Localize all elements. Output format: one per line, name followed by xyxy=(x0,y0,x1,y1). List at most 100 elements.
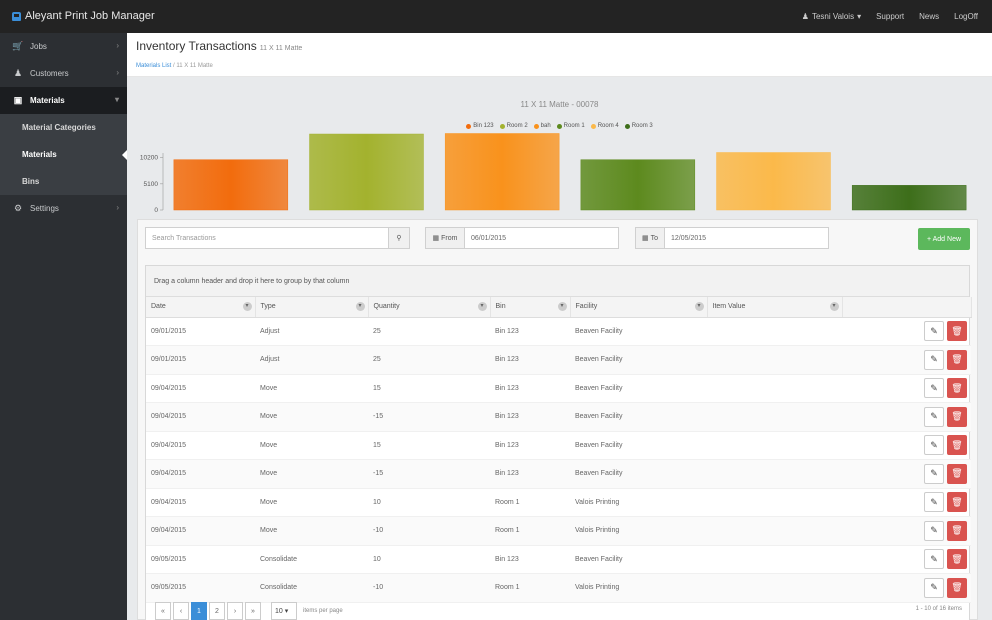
edit-icon[interactable]: ✎ xyxy=(924,463,944,484)
search-button[interactable]: ⚲ xyxy=(388,227,410,249)
table-row[interactable]: 09/04/2015 Move -15 Bin 123 Beaven Facility ✎… xyxy=(146,459,971,489)
cell-quantity: 10 xyxy=(368,488,490,517)
sidebar-item-customers[interactable]: ♟ Customers › xyxy=(0,60,127,87)
chevron-right-icon: › xyxy=(116,41,119,50)
to-date-input[interactable]: 12/05/2015 xyxy=(664,227,829,249)
column-header-date[interactable]: Date ▾ xyxy=(146,297,256,318)
edit-icon[interactable]: ✎ xyxy=(924,435,944,456)
trash-icon[interactable]: 🗑 xyxy=(947,321,967,342)
bar-bah[interactable] xyxy=(444,133,560,211)
trash-icon[interactable]: 🗑 xyxy=(947,520,967,541)
trash-icon[interactable]: 🗑 xyxy=(947,349,967,370)
column-header-quantity[interactable]: Quantity ▾ xyxy=(368,297,491,318)
filter-icon[interactable]: ▾ xyxy=(242,302,252,311)
sidebar-sub-material-categories[interactable]: Material Categories xyxy=(0,114,127,141)
table-row[interactable]: 09/04/2015 Move 15 Bin 123 Beaven Facility ✎ 🗑 xyxy=(146,431,971,460)
chevron-right-icon: › xyxy=(116,68,119,77)
user-menu[interactable]: ♟ Tesni Valois ▾ xyxy=(802,12,861,21)
cell-quantity: 15 xyxy=(368,374,490,403)
trash-icon[interactable]: 🗑 xyxy=(947,378,967,399)
pager-info: 1 - 10 of 16 items xyxy=(915,606,962,612)
trash-icon[interactable]: 🗑 xyxy=(947,463,967,484)
cell-date: 09/01/2015 xyxy=(146,345,255,375)
trash-icon[interactable]: 🗑 xyxy=(947,492,967,513)
breadcrumb-materials-list-link[interactable]: Materials List xyxy=(136,63,171,69)
group-drop-zone[interactable]: Drag a column header and drop it here to… xyxy=(146,266,969,297)
trash-icon[interactable]: 🗑 xyxy=(947,406,967,427)
cell-date: 09/05/2015 xyxy=(146,545,255,574)
cell-bin: Bin 123 xyxy=(490,345,570,375)
sidebar-item-materials[interactable]: ▣ Materials ▾ xyxy=(0,87,127,114)
cell-facility: Valois Printing xyxy=(570,488,707,517)
table-row[interactable]: 09/04/2015 Move 15 Bin 123 Beaven Facility ✎ 🗑 xyxy=(146,374,971,403)
sidebar-sub-bins[interactable]: Bins xyxy=(0,168,127,195)
transactions-table: Date ▾ Type ▾ Quantity ▾ Bin ▾ Facility ▾ Item Val… xyxy=(146,297,972,603)
bar-bin-123[interactable] xyxy=(173,159,289,211)
filter-icon[interactable]: ▾ xyxy=(355,302,365,311)
edit-icon[interactable]: ✎ xyxy=(924,520,944,541)
filter-icon[interactable]: ▾ xyxy=(557,302,567,311)
page-button[interactable]: › xyxy=(227,602,243,620)
filter-icon[interactable]: ▾ xyxy=(694,302,704,311)
table-row[interactable]: 09/01/2015 Adjust 25 Bin 123 Beaven Facility… xyxy=(146,345,971,375)
cell-date: 09/04/2015 xyxy=(146,374,255,403)
sidebar-item-settings[interactable]: ⚙ Settings › xyxy=(0,195,127,222)
edit-icon[interactable]: ✎ xyxy=(924,492,944,513)
support-link[interactable]: Support xyxy=(876,12,904,21)
table-row[interactable]: 09/04/2015 Move 10 Room 1 Valois Printing ✎ 🗑 xyxy=(146,488,971,517)
app-brand[interactable]: Aleyant Print Job Manager xyxy=(12,10,155,22)
page-button[interactable]: ‹ xyxy=(173,602,189,620)
table-row[interactable]: 09/05/2015 Consolidate 10 Bin 123 Beaven Fac… xyxy=(146,545,971,574)
cell-quantity: 15 xyxy=(368,431,490,460)
sidebar-item-jobs[interactable]: 🛒 Jobs › xyxy=(0,33,127,60)
cell-facility: Beaven Facility xyxy=(570,431,707,460)
table-row[interactable]: 09/04/2015 Move -15 Bin 123 Beaven Facility ✎… xyxy=(146,402,971,432)
cell-bin: Room 1 xyxy=(490,516,570,546)
cart-icon: 🛒 xyxy=(12,41,24,51)
caret-down-icon: ▾ xyxy=(857,12,862,21)
cell-facility: Beaven Facility xyxy=(570,459,707,489)
users-icon: ♟ xyxy=(13,68,23,78)
column-header-bin[interactable]: Bin ▾ xyxy=(490,297,571,318)
table-row[interactable]: 09/05/2015 Consolidate -10 Room 1 Valois Pri… xyxy=(146,573,971,603)
edit-icon[interactable]: ✎ xyxy=(924,577,944,598)
news-link[interactable]: News xyxy=(919,12,939,21)
column-header-type[interactable]: Type ▾ xyxy=(255,297,369,318)
cell-date: 09/05/2015 xyxy=(146,573,255,603)
top-nav-links: ♟ Tesni Valois ▾ Support News LogOff xyxy=(802,12,978,21)
column-header-label: Item Value xyxy=(712,303,746,311)
sidebar-sub-materials[interactable]: Materials xyxy=(0,141,127,168)
column-header-facility[interactable]: Facility ▾ xyxy=(570,297,708,318)
bar-room-3[interactable] xyxy=(851,185,967,211)
trash-icon[interactable]: 🗑 xyxy=(947,435,967,456)
trash-icon[interactable]: 🗑 xyxy=(947,549,967,570)
cell-item-value xyxy=(707,545,842,574)
page-button[interactable]: 1 xyxy=(191,602,207,620)
cell-bin: Bin 123 xyxy=(490,459,570,489)
edit-icon[interactable]: ✎ xyxy=(924,321,944,342)
column-header-item-value[interactable]: Item Value ▾ xyxy=(707,297,843,318)
bar-room-4[interactable] xyxy=(716,152,831,211)
filter-icon[interactable]: ▾ xyxy=(477,302,487,311)
trash-icon[interactable]: 🗑 xyxy=(947,577,967,598)
edit-icon[interactable]: ✎ xyxy=(924,406,944,427)
page-size-select[interactable]: 10 ▾ xyxy=(271,602,297,620)
page-button[interactable]: « xyxy=(155,602,171,620)
bar-room-2[interactable] xyxy=(309,133,424,211)
table-row[interactable]: 09/01/2015 Adjust 25 Bin 123 Beaven Facility… xyxy=(146,317,971,346)
page-button[interactable]: » xyxy=(245,602,261,620)
bar-room-1[interactable] xyxy=(580,159,696,211)
table-row[interactable]: 09/04/2015 Move -10 Room 1 Valois Printing ✎ 🗑 xyxy=(146,516,971,546)
from-date-input[interactable]: 06/01/2015 xyxy=(464,227,619,249)
edit-icon[interactable]: ✎ xyxy=(924,378,944,399)
search-input[interactable]: Search Transactions xyxy=(145,227,389,249)
add-new-button[interactable]: + Add New xyxy=(918,228,970,250)
cell-type: Adjust xyxy=(255,345,368,375)
cell-quantity: -15 xyxy=(368,402,490,432)
page-button[interactable]: 2 xyxy=(209,602,225,620)
filter-icon[interactable]: ▾ xyxy=(829,302,839,311)
edit-icon[interactable]: ✎ xyxy=(924,549,944,570)
logoff-link[interactable]: LogOff xyxy=(954,12,978,21)
edit-icon[interactable]: ✎ xyxy=(924,349,944,370)
column-header-label: Facility xyxy=(575,303,598,311)
